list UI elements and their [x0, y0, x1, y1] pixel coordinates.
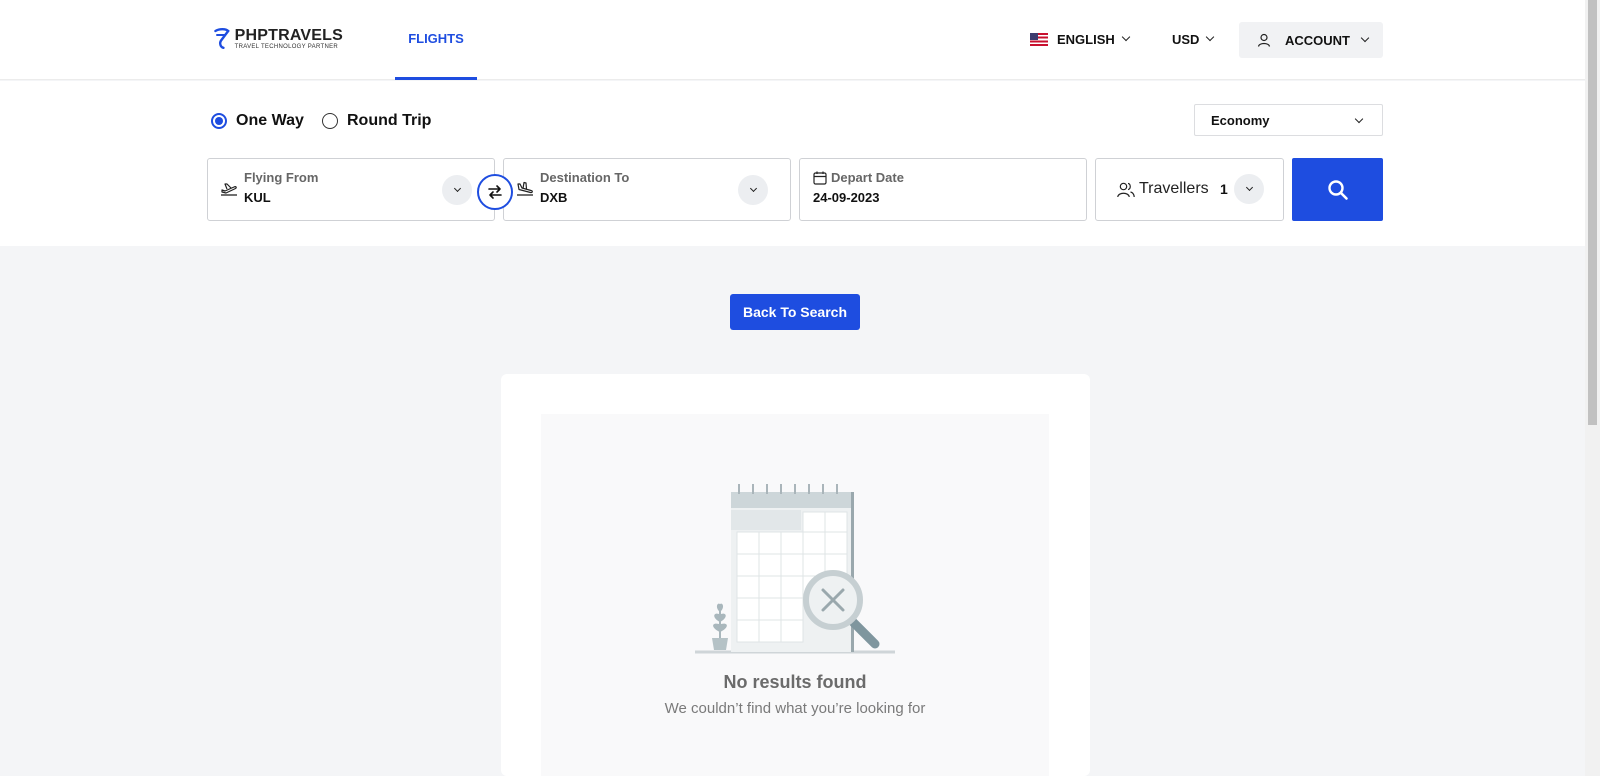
destination-label: Destination To [540, 170, 630, 185]
language-label: ENGLISH [1057, 31, 1115, 47]
cabin-class-value: Economy [1211, 112, 1270, 128]
one-way-label: One Way [236, 112, 304, 129]
round-trip-radio[interactable]: Round Trip [322, 112, 431, 130]
nav-flights-tab[interactable]: FLIGHTS [395, 0, 477, 80]
us-flag-icon [1030, 32, 1048, 46]
travellers-dropdown-button[interactable] [1234, 174, 1264, 204]
no-results-panel: No results found We couldn’t find what y… [541, 414, 1049, 776]
logo-title: PHPTRAVELS [234, 26, 343, 44]
one-way-radio[interactable]: One Way [211, 112, 304, 130]
plane-landing-icon [517, 181, 533, 196]
account-dropdown[interactable]: ACCOUNT [1239, 22, 1383, 58]
flying-from-field[interactable]: Flying From KUL [207, 158, 495, 221]
scrollbar-thumb[interactable] [1588, 0, 1597, 425]
destination-field[interactable]: Destination To DXB [503, 158, 791, 221]
chevron-down-icon [1121, 32, 1131, 42]
users-icon [1117, 182, 1135, 198]
site-logo[interactable]: PHPTRAVELS TRAVEL TECHNOLOGY PARTNER [213, 24, 343, 54]
depart-date-field[interactable]: Depart Date 24-09-2023 [799, 158, 1087, 221]
logo-tagline: TRAVEL TECHNOLOGY PARTNER [234, 43, 339, 50]
back-to-search-button[interactable]: Back To Search [730, 294, 860, 330]
chevron-down-icon [1360, 33, 1370, 43]
empty-state-title: No results found [723, 672, 867, 692]
chevron-down-icon [749, 184, 757, 193]
top-header: PHPTRAVELS TRAVEL TECHNOLOGY PARTNER FLI… [0, 0, 1585, 80]
search-button[interactable] [1292, 158, 1383, 221]
swap-icon [488, 185, 502, 199]
chevron-down-icon [453, 184, 461, 193]
chevron-down-icon [1245, 183, 1253, 192]
travellers-count: 1 [1220, 181, 1228, 197]
chevron-down-icon [1206, 32, 1215, 42]
depart-date-value: 24-09-2023 [813, 190, 880, 205]
empty-state-subtitle: We couldn’t find what you’re looking for [664, 700, 926, 717]
flying-from-dropdown-button[interactable] [442, 175, 472, 205]
depart-date-label: Depart Date [831, 170, 904, 185]
travellers-label: Travellers [1139, 180, 1209, 197]
calendar-icon [813, 171, 827, 185]
account-label: ACCOUNT [1285, 32, 1350, 48]
currency-dropdown[interactable]: USD [1172, 27, 1215, 51]
round-trip-label: Round Trip [347, 112, 432, 129]
swap-locations-button[interactable] [477, 174, 513, 210]
logo-mark-icon [214, 27, 230, 50]
travellers-field[interactable]: Travellers 1 [1095, 158, 1284, 221]
language-dropdown[interactable]: ENGLISH [1030, 27, 1131, 51]
currency-label: USD [1172, 31, 1200, 47]
no-results-illustration [695, 484, 895, 654]
user-icon [1257, 33, 1271, 47]
cabin-class-select[interactable]: Economy [1194, 104, 1383, 136]
no-results-card: No results found We couldn’t find what y… [501, 374, 1090, 776]
destination-value: DXB [540, 190, 568, 205]
chevron-down-icon [1354, 114, 1364, 124]
radio-selected-icon [211, 113, 227, 129]
flying-from-label: Flying From [244, 170, 319, 185]
destination-dropdown-button[interactable] [738, 175, 768, 205]
radio-unselected-icon [322, 113, 338, 129]
plane-takeoff-icon [221, 183, 237, 196]
search-icon [1327, 179, 1348, 200]
page-scrollbar[interactable] [1585, 0, 1600, 776]
flying-from-value: KUL [244, 190, 271, 205]
